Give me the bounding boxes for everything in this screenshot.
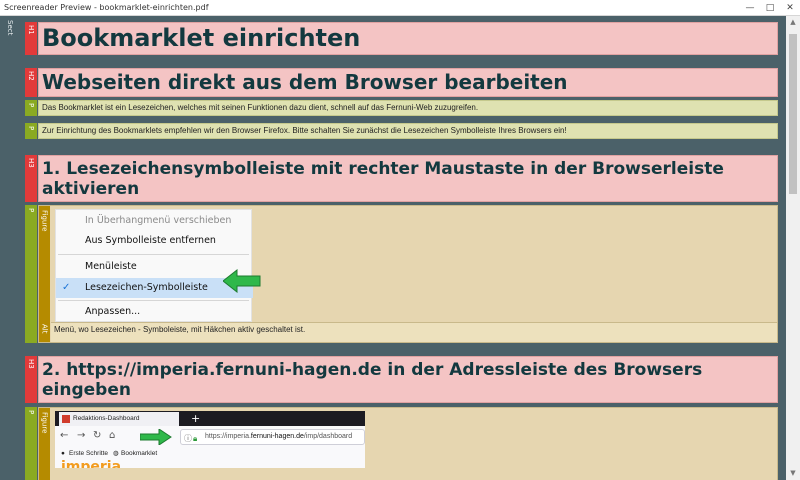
close-button[interactable]: ✕ (780, 0, 800, 16)
h3-tag-label: H3 (27, 359, 35, 369)
browser-screenshot-image: Redaktions-Dashboard + ← → ↻ ⌂ ⓘ 🔒︎ http… (55, 411, 365, 468)
h1-box: Bookmarklet einrichten (38, 22, 778, 55)
browser-navbar: ← → ↻ ⌂ ⓘ 🔒︎ https://imperia.fernuni-hag… (55, 426, 365, 448)
page-heading: Bookmarklet einrichten (42, 24, 361, 52)
sect-label: Sect (6, 20, 14, 36)
scroll-down-icon[interactable]: ▼ (786, 467, 800, 480)
p-tag: P (25, 123, 37, 139)
window-titlebar: Screenreader Preview - bookmarklet-einri… (0, 0, 800, 16)
h3-block: H3 2. https://imperia.fernuni-hagen.de i… (25, 356, 778, 403)
h2-tag: H2 (25, 68, 37, 97)
minimize-button[interactable]: — (740, 0, 760, 16)
info-icon: ⓘ (184, 434, 192, 443)
alt-row: Menü, wo Lesezeichen - Symboleiste, mit … (51, 322, 777, 342)
p-tag: P (25, 100, 37, 116)
green-arrow-icon (140, 429, 172, 445)
paragraph-text: Zur Einrichtung des Bookmarklets empfehl… (42, 126, 567, 135)
menu-item-customize: Anpassen... (85, 306, 141, 317)
p-tag-label: P (27, 208, 35, 213)
h3-tag: H3 (25, 155, 37, 202)
menu-separator (58, 254, 249, 255)
url-bar: ⓘ 🔒︎ https://imperia.fernuni-hagen.de/im… (180, 429, 365, 445)
h3-box: 2. https://imperia.fernuni-hagen.de in d… (38, 356, 778, 403)
paragraph-box: Zur Einrichtung des Bookmarklets empfehl… (38, 123, 778, 139)
figure-tag: Figure (39, 408, 50, 480)
figure-tag-label: Figure (40, 210, 49, 232)
h3-block: H3 1. Lesezeichensymbolleiste mit rechte… (25, 155, 778, 202)
checkmark-icon: ✓ (62, 282, 71, 293)
paragraph-box: Das Bookmarklet ist ein Lesezeichen, wel… (38, 100, 778, 116)
window-title: Screenreader Preview - bookmarklet-einri… (4, 3, 209, 12)
h1-tag-label: H1 (27, 25, 35, 35)
home-icon: ⌂ (109, 430, 116, 441)
menu-item-bookmarks-toolbar-label: Lesezeichen-Symbolleiste (85, 282, 208, 293)
h2-block: H2 Webseiten direkt aus dem Browser bear… (25, 68, 778, 97)
h1-block: H1 Bookmarklet einrichten (25, 22, 778, 55)
forward-icon: → (77, 430, 86, 441)
context-menu-image: In Überhangmenü verschieben Aus Symbolle… (55, 209, 261, 322)
subheading: Webseiten direkt aus dem Browser bearbei… (42, 70, 568, 94)
figure-box: Figure In Überhangmenü verschieben Aus S… (38, 205, 778, 343)
figure-box: Figure Redaktions-Dashboard + ← → ↻ ⌂ ⓘ … (38, 407, 778, 480)
scroll-up-icon[interactable]: ▲ (786, 16, 800, 29)
browser-tab-title: Redaktions-Dashboard (73, 415, 140, 422)
favicon-icon (62, 415, 70, 423)
sect-tag: Sect (0, 16, 22, 480)
figure-tag: Figure (39, 206, 50, 322)
p-tag-label: P (27, 410, 35, 415)
back-icon: ← (60, 430, 69, 441)
menu-separator (58, 300, 249, 301)
paragraph-block: P Das Bookmarklet ist ein Lesezeichen, w… (25, 100, 778, 116)
p-tag-label: P (27, 126, 35, 131)
h1-tag: H1 (25, 22, 37, 55)
scroll-thumb[interactable] (789, 34, 797, 194)
url-prefix: https://imperia. (205, 433, 251, 440)
paragraph-block: P Zur Einrichtung des Bookmarklets empfe… (25, 123, 778, 139)
alt-tag: Alt (39, 322, 50, 342)
p-tag: P (25, 407, 37, 480)
h2-box: Webseiten direkt aus dem Browser bearbei… (38, 68, 778, 97)
alt-tag-label: Alt (40, 324, 49, 334)
bookmark-item: Bookmarklet (121, 450, 158, 457)
p-tag: P (25, 205, 37, 343)
paragraph-text: Das Bookmarklet ist ein Lesezeichen, wel… (42, 103, 479, 112)
alt-text: Menü, wo Lesezeichen - Symboleiste, mit … (54, 325, 306, 334)
url-domain: fernuni-hagen.de (250, 433, 304, 440)
url-path: /imp/dashboard (303, 433, 353, 440)
figure-paragraph-block: P Figure Redaktions-Dashboard + ← → ↻ ⌂ (25, 407, 778, 480)
preview-viewport: Sect H1 Bookmarklet einrichten H2 Websei… (0, 16, 800, 480)
reload-icon: ↻ (93, 430, 102, 441)
h2-tag-label: H2 (27, 71, 35, 81)
h3-tag: H3 (25, 356, 37, 403)
figure-tag-label: Figure (40, 412, 49, 434)
h3-box: 1. Lesezeichensymbolleiste mit rechter M… (38, 155, 778, 202)
green-arrow-icon (223, 269, 261, 293)
lock-icon: 🔒︎ (193, 434, 198, 443)
new-tab-icon: + (191, 412, 201, 425)
menu-item-remove-toolbar: Aus Symbolleiste entfernen (85, 235, 216, 246)
browser-tab: Redaktions-Dashboard (59, 412, 179, 426)
vertical-scrollbar[interactable]: ▲ ▼ (786, 16, 800, 480)
step-heading: 1. Lesezeichensymbolleiste mit rechter M… (42, 159, 724, 199)
menu-item-move-overflow: In Überhangmenü verschieben (85, 215, 232, 226)
step-heading: 2. https://imperia.fernuni-hagen.de in d… (42, 360, 703, 400)
figure-paragraph-block: P Figure In Überhangmenü verschieben Aus… (25, 205, 778, 343)
imperia-logo: imperia (61, 459, 122, 468)
h3-tag-label: H3 (27, 158, 35, 168)
p-tag-label: P (27, 103, 35, 108)
browser-tabbar: Redaktions-Dashboard + (55, 411, 365, 426)
maximize-button[interactable]: □ (760, 0, 780, 16)
